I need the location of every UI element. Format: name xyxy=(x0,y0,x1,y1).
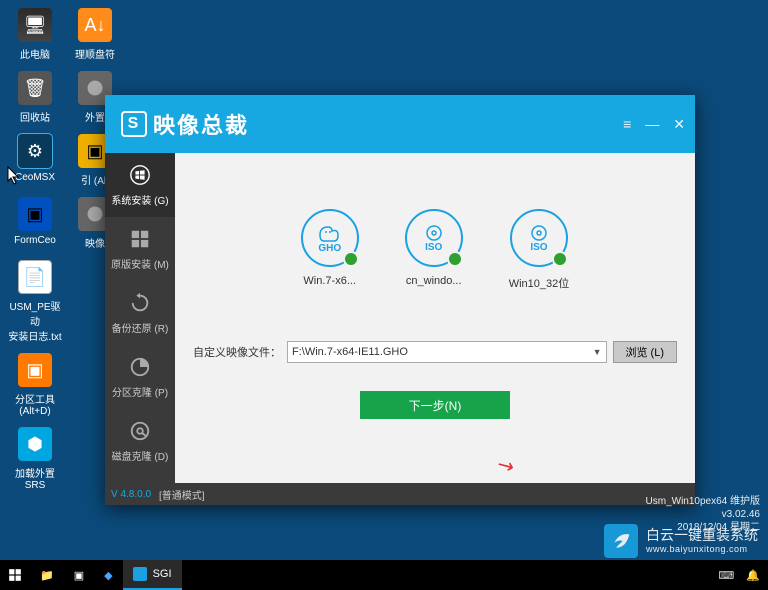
tiles-icon xyxy=(129,228,151,250)
check-badge-icon xyxy=(343,251,359,267)
disk-icon xyxy=(129,420,151,442)
square-icon: ▣ xyxy=(18,197,52,231)
desktop-icon-recycle[interactable]: 🗑回收站 xyxy=(8,71,62,124)
titlebar[interactable]: S 映像总裁 ≡ ― ✕ xyxy=(105,95,695,153)
minimize-icon[interactable]: ― xyxy=(645,116,659,133)
sidebar: 系统安装 (G) 原版安装 (M) 备份还原 (R) 分区克隆 (P) 磁盘克隆… xyxy=(105,153,175,483)
desktop-icon-usm-log[interactable]: 📄USM_PE驱动 安装日志.txt xyxy=(8,260,62,343)
brand-watermark: 白云一键重装系统 www.baiyunxitong.com xyxy=(604,524,758,558)
srs-icon: ⬢ xyxy=(18,427,52,461)
app-logo: S 映像总裁 xyxy=(121,108,249,140)
version-label: V 4.8.0.0 xyxy=(111,489,151,500)
path-value: F:\Win.7-x64-IE11.GHO xyxy=(292,346,408,358)
app-window: S 映像总裁 ≡ ― ✕ 系统安装 (G) 原版安装 (M) 备份还原 (R) xyxy=(105,95,695,505)
brand-icon xyxy=(604,524,638,558)
desktop-icon-this-pc[interactable]: 🖥此电脑 xyxy=(8,8,62,61)
sgi-icon xyxy=(133,567,147,581)
windows-icon xyxy=(129,164,151,186)
sidebar-item-disk-clone[interactable]: 磁盘克隆 (D) xyxy=(105,409,175,473)
taskbar: 📁 ▣ ◆ SGI ⌨ 🔔 xyxy=(0,560,768,590)
path-label: 自定义映像文件： xyxy=(193,344,281,360)
image-label: Win.7-x6... xyxy=(303,275,356,287)
tray-icon-2[interactable]: 🔔 xyxy=(746,569,760,582)
start-button[interactable] xyxy=(0,560,30,590)
image-label: Win10_32位 xyxy=(509,275,570,291)
sidebar-label: 原版安装 (M) xyxy=(111,256,169,271)
path-row: 自定义映像文件： F:\Win.7-x64-IE11.GHO ▼ 浏览 (L) xyxy=(193,341,677,363)
image-item-gho[interactable]: GHO Win.7-x6... xyxy=(301,209,359,291)
sort-icon: A↓ xyxy=(78,8,112,42)
next-button[interactable]: 下一步(N) xyxy=(360,391,510,419)
browse-button[interactable]: 浏览 (L) xyxy=(613,341,678,363)
sidebar-item-system-install[interactable]: 系统安装 (G) xyxy=(105,153,175,217)
sidebar-item-original-install[interactable]: 原版安装 (M) xyxy=(105,217,175,281)
task-button-terminal[interactable]: ▣ xyxy=(64,560,94,590)
window-body: 系统安装 (G) 原版安装 (M) 备份还原 (R) 分区克隆 (P) 磁盘克隆… xyxy=(105,153,695,483)
task-button-sgi[interactable]: SGI xyxy=(123,560,182,590)
sidebar-item-backup-restore[interactable]: 备份还原 (R) xyxy=(105,281,175,345)
image-item-iso2[interactable]: ISO Win10_32位 xyxy=(509,209,570,291)
window-controls: ≡ ― ✕ xyxy=(623,116,685,133)
desktop-icon-partition[interactable]: ▣分区工具 (Alt+D) xyxy=(8,353,62,417)
path-combobox[interactable]: F:\Win.7-x64-IE11.GHO ▼ xyxy=(287,341,607,363)
desktop-icon-srs[interactable]: ⬢加载外置SRS xyxy=(8,427,62,491)
folder-icon: 📁 xyxy=(40,569,54,582)
iso-icon: ISO xyxy=(510,209,568,267)
desktop-icon-formceo[interactable]: ▣FormCeo xyxy=(8,197,62,250)
system-tray[interactable]: ⌨ 🔔 xyxy=(718,569,768,582)
desktop-icon-drive-sort[interactable]: A↓理顺盘符 xyxy=(68,8,122,61)
task-button-tool[interactable]: ◆ xyxy=(94,560,122,590)
annotation-arrow-icon: ↘ xyxy=(492,450,519,480)
pc-icon: 🖥 xyxy=(18,8,52,42)
task-button-explorer[interactable]: 📁 xyxy=(30,560,64,590)
image-label: cn_windo... xyxy=(406,275,462,287)
iso-icon: ISO xyxy=(405,209,463,267)
gear-icon: ⚙ xyxy=(18,134,52,168)
app-title: 映像总裁 xyxy=(153,108,249,140)
mode-label: [普通模式] xyxy=(159,487,205,502)
menu-icon[interactable]: ≡ xyxy=(623,116,631,133)
check-badge-icon xyxy=(552,251,568,267)
partition-icon: ▣ xyxy=(18,353,52,387)
statusbar: V 4.8.0.0 [普通模式] xyxy=(105,483,695,505)
close-icon[interactable]: ✕ xyxy=(673,116,685,133)
main-panel: GHO Win.7-x6... ISO cn_windo... ISO xyxy=(175,153,695,483)
logo-icon: S xyxy=(121,111,147,137)
sidebar-label: 系统安装 (G) xyxy=(111,192,168,207)
sidebar-label: 备份还原 (R) xyxy=(112,320,169,335)
gho-icon: GHO xyxy=(301,209,359,267)
sidebar-label: 分区克隆 (P) xyxy=(112,384,168,399)
image-list: GHO Win.7-x6... ISO cn_windo... ISO xyxy=(193,209,677,291)
desktop-icon-ceomsx[interactable]: ⚙CeoMSX xyxy=(8,134,62,187)
chevron-down-icon[interactable]: ▼ xyxy=(593,347,602,357)
check-badge-icon xyxy=(447,251,463,267)
sidebar-item-partition-clone[interactable]: 分区克隆 (P) xyxy=(105,345,175,409)
tool-icon: ◆ xyxy=(104,569,112,582)
trash-icon: 🗑 xyxy=(18,71,52,105)
terminal-icon: ▣ xyxy=(74,569,84,582)
pie-icon xyxy=(129,356,151,378)
sidebar-label: 磁盘克隆 (D) xyxy=(112,448,169,463)
tray-icon-1[interactable]: ⌨ xyxy=(718,569,734,582)
image-item-iso1[interactable]: ISO cn_windo... xyxy=(405,209,463,291)
refresh-icon xyxy=(129,292,151,314)
file-icon: 📄 xyxy=(18,260,52,294)
